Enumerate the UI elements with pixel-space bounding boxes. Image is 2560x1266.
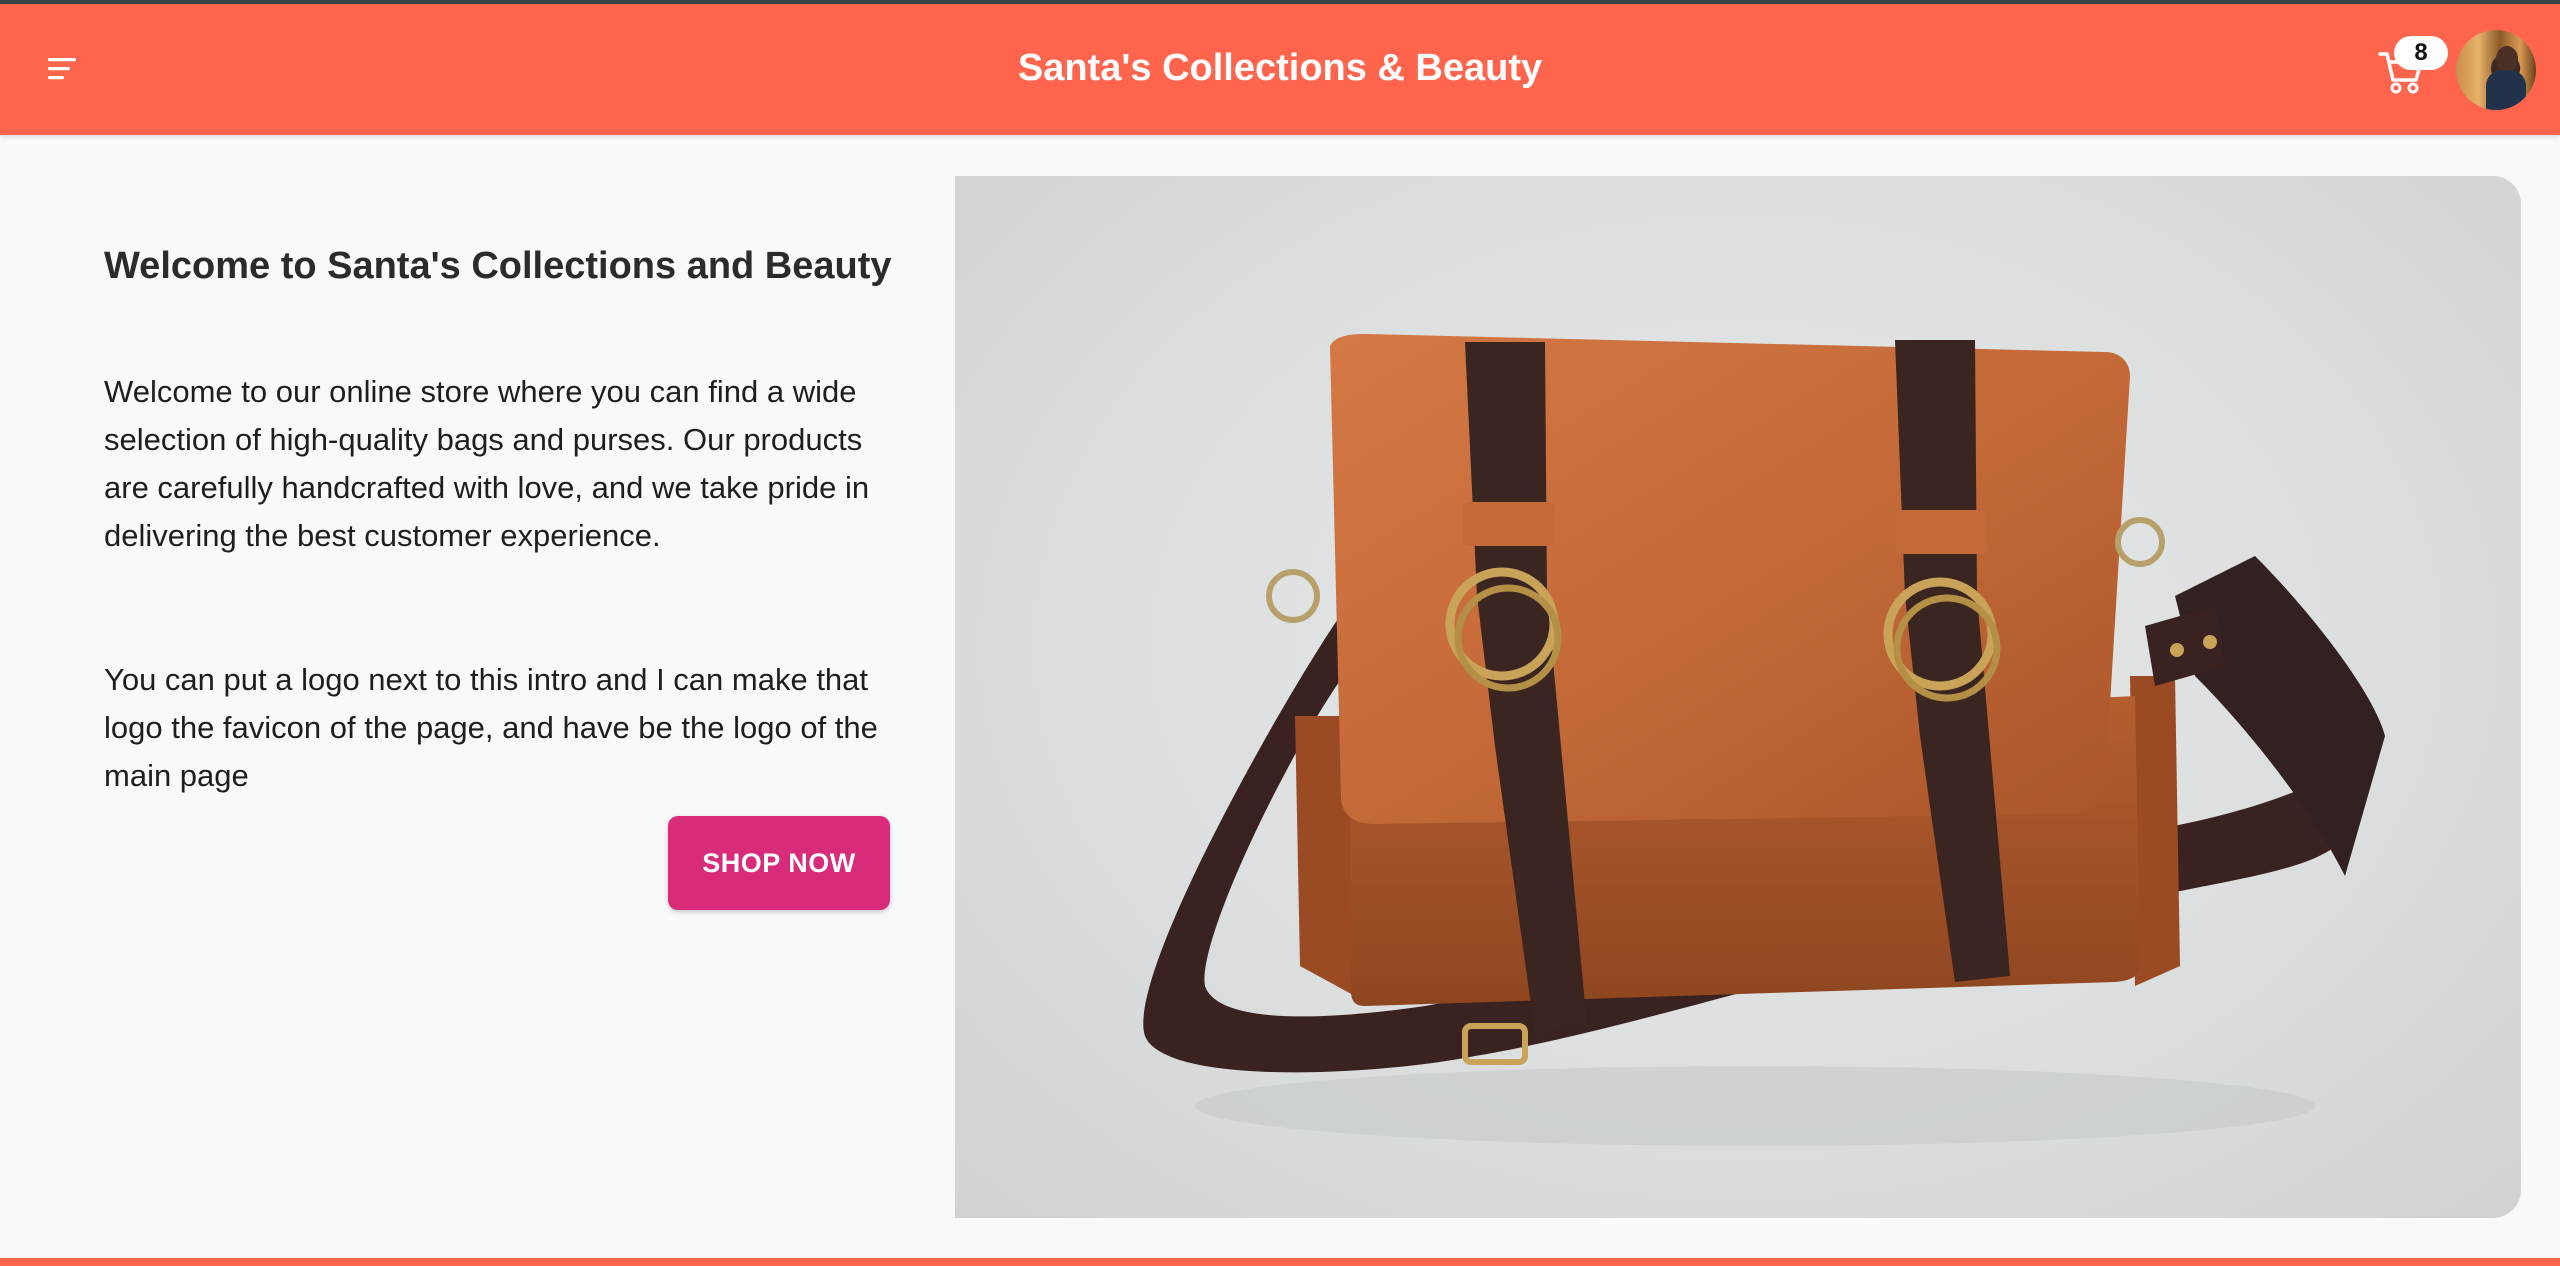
app-header: Santa's Collections & Beauty 8 bbox=[0, 4, 2560, 135]
product-image bbox=[955, 176, 2521, 1218]
site-title: Santa's Collections & Beauty bbox=[1017, 47, 1543, 89]
cart-count-badge: 8 bbox=[2394, 36, 2448, 70]
intro-paragraph: Welcome to our online store where you ca… bbox=[104, 374, 870, 553]
footer-accent-border bbox=[0, 1258, 2560, 1266]
hero-text-block: Welcome to Santa's Collections and Beaut… bbox=[104, 238, 904, 294]
hero-title: Welcome to Santa's Collections and Beaut… bbox=[104, 245, 892, 287]
logo-note-paragraph: You can put a logo next to this intro an… bbox=[104, 662, 878, 793]
shop-now-button[interactable]: SHOP NOW bbox=[668, 816, 890, 910]
user-avatar[interactable] bbox=[2456, 30, 2536, 110]
